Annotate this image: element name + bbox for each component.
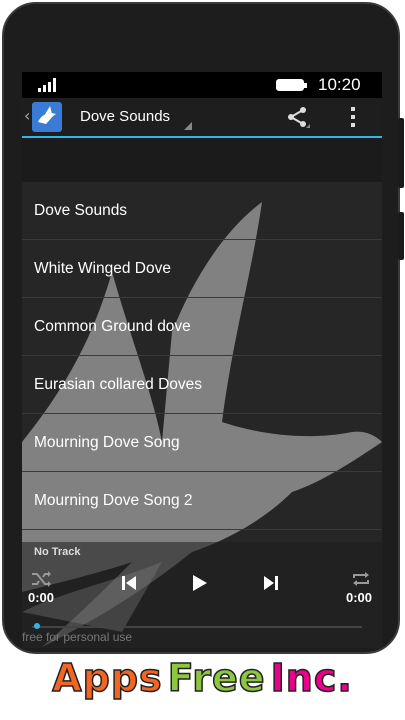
brand-word-inc: Inc. bbox=[270, 655, 353, 701]
list-item[interactable]: Mourning Dove Song 2 bbox=[22, 472, 382, 530]
play-icon[interactable] bbox=[188, 572, 210, 594]
track-title: No Track bbox=[34, 546, 81, 558]
list-header-spacer bbox=[22, 138, 382, 182]
list-item[interactable]: Dove Sounds bbox=[22, 182, 382, 240]
previous-icon[interactable] bbox=[118, 572, 140, 594]
status-clock: 10:20 bbox=[318, 75, 361, 94]
side-button-bottom bbox=[398, 212, 404, 260]
repeat-icon[interactable] bbox=[350, 568, 372, 590]
shuffle-icon[interactable] bbox=[30, 568, 52, 590]
overflow-menu-icon[interactable] bbox=[348, 106, 358, 128]
total-time: 0:00 bbox=[346, 590, 373, 605]
list-item-label: Mourning Dove Song 2 bbox=[34, 492, 193, 509]
seek-bar[interactable] bbox=[32, 626, 362, 628]
side-button-top bbox=[398, 118, 404, 188]
app-title[interactable]: Dove Sounds bbox=[80, 108, 170, 125]
brand-logo: Apps Free Inc. bbox=[0, 655, 405, 720]
elapsed-time: 0:00 bbox=[28, 590, 55, 605]
brand-word-apps: Apps bbox=[51, 655, 163, 701]
back-chevron-icon[interactable]: ‹ bbox=[24, 106, 30, 125]
status-bar: 10:20 bbox=[22, 72, 382, 98]
list-item-label: Eurasian collared Doves bbox=[34, 376, 203, 393]
list-item[interactable]: Mourning Dove Song bbox=[22, 414, 382, 472]
sound-list: Dove Sounds White Winged Dove Common Gro… bbox=[22, 182, 382, 530]
seek-handle[interactable] bbox=[34, 623, 40, 629]
list-item-label: Dove Sounds bbox=[34, 202, 128, 219]
share-icon[interactable] bbox=[284, 104, 310, 130]
media-player: No Track 0:00 0:00 free for personal use bbox=[22, 542, 382, 648]
next-icon[interactable] bbox=[260, 572, 282, 594]
list-item-label: White Winged Dove bbox=[34, 260, 171, 277]
signal-icon bbox=[38, 78, 56, 92]
list-item-label: Common Ground dove bbox=[34, 318, 191, 335]
watermark-text: free for personal use bbox=[22, 630, 133, 644]
list-item[interactable]: Eurasian collared Doves bbox=[22, 356, 382, 414]
title-dropdown-icon bbox=[184, 122, 192, 130]
app-screen: 10:20 ‹ Dove Sounds Dove Sounds White Wi… bbox=[22, 72, 382, 648]
battery-icon bbox=[276, 79, 307, 91]
list-item[interactable]: White Winged Dove bbox=[22, 240, 382, 298]
list-item-label: Mourning Dove Song bbox=[34, 434, 180, 451]
app-logo-icon[interactable] bbox=[32, 102, 62, 132]
brand-word-free: Free bbox=[167, 655, 266, 701]
list-item[interactable]: Common Ground dove bbox=[22, 298, 382, 356]
action-bar: ‹ Dove Sounds bbox=[22, 98, 382, 138]
